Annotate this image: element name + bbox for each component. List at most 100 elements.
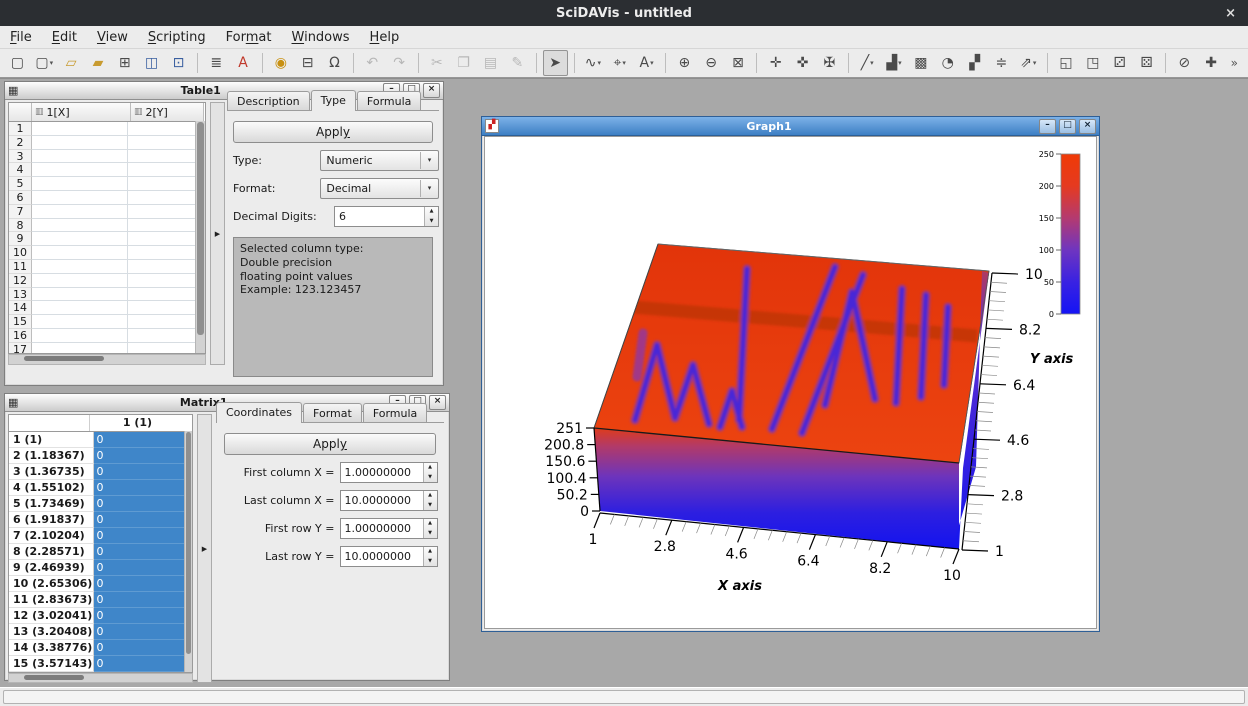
spin-down-icon[interactable]: ▼ — [424, 529, 437, 539]
matrix1-corner-cell[interactable] — [9, 415, 90, 431]
matrix1-row-header[interactable]: 10 (2.65306) — [9, 576, 94, 592]
menu-view[interactable]: View — [87, 28, 138, 47]
table1-cell[interactable] — [32, 343, 128, 354]
plot-vector-button[interactable]: ⇗▾ — [1016, 50, 1041, 76]
matrix1-row-header[interactable]: 8 (2.28571) — [9, 544, 94, 560]
plot-line-button[interactable]: ╱▾ — [855, 50, 880, 76]
spin-up-icon[interactable]: ▲ — [424, 547, 437, 557]
graph1-canvas[interactable]: 108.26.44.62.8112.84.66.48.210251200.815… — [484, 136, 1097, 629]
table1-cell[interactable] — [32, 219, 128, 233]
spin-down-icon[interactable]: ▼ — [424, 501, 437, 511]
table1-vertical-scrollbar[interactable] — [195, 121, 205, 353]
matrix1-cell[interactable]: 0 — [94, 512, 192, 528]
table1-cell[interactable] — [32, 136, 128, 150]
duplicate-window-button[interactable]: ⊘ — [1172, 50, 1197, 76]
table1-cell[interactable] — [32, 191, 128, 205]
table1-cell[interactable] — [32, 260, 128, 274]
select-curve-button[interactable]: ∿▾ — [580, 50, 605, 76]
plot3d-trajectory-button[interactable]: ⚄ — [1134, 50, 1159, 76]
matrix1-row-header[interactable]: 14 (3.38776) — [9, 640, 94, 656]
table1-row-header[interactable]: 6 — [9, 191, 32, 205]
matrix1-tab-formula[interactable]: Formula — [363, 403, 427, 423]
spin-down-icon[interactable]: ▼ — [425, 217, 438, 227]
table1-grid[interactable]: ▥1[X]▥2[Y] 1234567891011121314151617 — [8, 102, 206, 354]
table1-cell[interactable] — [32, 246, 128, 260]
table1-cell[interactable] — [32, 177, 128, 191]
print-button[interactable]: ≣ — [204, 50, 229, 76]
table1-tab-formula[interactable]: Formula — [357, 91, 421, 111]
matrix1-cell[interactable]: 0 — [94, 480, 192, 496]
last-row-y-spinbox[interactable]: 10.0000000▲▼ — [340, 546, 438, 567]
save-as-button[interactable]: ⊡ — [166, 50, 191, 76]
type-combobox[interactable]: Numeric ▾ — [320, 150, 439, 171]
matrix1-cell[interactable]: 0 — [94, 656, 192, 672]
menu-file[interactable]: File — [0, 28, 42, 47]
table1-cell[interactable] — [32, 205, 128, 219]
table1-cell[interactable] — [32, 232, 128, 246]
table1-panel-collapse-handle[interactable]: ▶ — [210, 102, 225, 365]
matrix1-cell[interactable]: 0 — [94, 432, 192, 448]
menu-format[interactable]: Format — [216, 28, 282, 47]
data-reader-button[interactable]: ✜ — [790, 50, 815, 76]
spin-down-icon[interactable]: ▼ — [424, 473, 437, 483]
table1-row-header[interactable]: 14 — [9, 301, 32, 315]
matrix1-tab-coordinates[interactable]: Coordinates — [216, 402, 302, 423]
table1-cell[interactable] — [128, 329, 198, 343]
table1-column-header[interactable]: ▥2[Y] — [131, 103, 204, 121]
plot-pie-button[interactable]: ◔ — [935, 50, 960, 76]
format-combobox[interactable]: Decimal ▾ — [320, 178, 439, 199]
zoom-in-button[interactable]: ⊕ — [672, 50, 697, 76]
table1-cell[interactable] — [128, 260, 198, 274]
first-row-y-spinbox[interactable]: 1.00000000▲▼ — [340, 518, 438, 539]
import-ascii-button[interactable]: ⊞ — [112, 50, 137, 76]
table1-cell[interactable] — [32, 315, 128, 329]
project-explorer-button[interactable]: ◉ — [268, 50, 293, 76]
table1-cell[interactable] — [128, 136, 198, 150]
spin-up-icon[interactable]: ▲ — [425, 207, 438, 217]
matrix1-apply-button[interactable]: Apply — [224, 433, 436, 455]
matrix1-row-header[interactable]: 11 (2.83673) — [9, 592, 94, 608]
table1-cell[interactable] — [32, 163, 128, 177]
matrix1-cell[interactable]: 0 — [94, 528, 192, 544]
spinner-buttons[interactable]: ▲▼ — [423, 519, 437, 538]
spin-up-icon[interactable]: ▲ — [424, 463, 437, 473]
table1-row-header[interactable]: 9 — [9, 232, 32, 246]
table1-cell[interactable] — [32, 150, 128, 164]
add-text-button[interactable]: A▾ — [634, 50, 659, 76]
spinner-buttons[interactable]: ▲▼ — [423, 547, 437, 566]
plot3d-ribbon-button[interactable]: ◱ — [1054, 50, 1079, 76]
move-points-button[interactable]: ⌖▾ — [607, 50, 632, 76]
table1-cell[interactable] — [32, 122, 128, 136]
table1-cell[interactable] — [32, 274, 128, 288]
matrix1-panel-collapse-handle[interactable]: ▶ — [197, 414, 212, 683]
graph1-close-button[interactable]: × — [1079, 119, 1096, 134]
matrix1-cell[interactable]: 0 — [94, 544, 192, 560]
matrix1-row-header[interactable]: 12 (3.02041) — [9, 608, 94, 624]
rescale-to-show-all-button[interactable]: ⊠ — [726, 50, 751, 76]
matrix1-row-header[interactable]: 15 (3.57143) — [9, 656, 94, 672]
matrix1-cell[interactable]: 0 — [94, 464, 192, 480]
matrix1-row-header[interactable]: 9 (2.46939) — [9, 560, 94, 576]
matrix1-grid[interactable]: 1 (1) 1 (1)02 (1.18367)03 (1.36735)04 (1… — [8, 414, 193, 673]
app-close-button[interactable]: × — [1225, 0, 1236, 26]
table1-row-header[interactable]: 2 — [9, 136, 32, 150]
table1-cell[interactable] — [32, 301, 128, 315]
select-data-range-button[interactable]: ✠ — [817, 50, 842, 76]
table1-cell[interactable] — [128, 191, 198, 205]
matrix1-cell[interactable]: 0 — [94, 496, 192, 512]
plot-3d-bars-button[interactable]: ▞ — [962, 50, 987, 76]
matrix1-row-header[interactable]: 6 (1.91837) — [9, 512, 94, 528]
table1-cell[interactable] — [32, 329, 128, 343]
scrollbar-thumb[interactable] — [24, 356, 104, 361]
graph1-minimize-button[interactable]: – — [1039, 119, 1056, 134]
plot3d-scatter-button[interactable]: ⚂ — [1107, 50, 1132, 76]
matrix1-cell[interactable]: 0 — [94, 608, 192, 624]
matrix1-column-header[interactable]: 1 (1) — [90, 415, 185, 431]
menu-windows[interactable]: Windows — [282, 28, 360, 47]
graph1-maximize-button[interactable]: □ — [1059, 119, 1076, 134]
new-window-button[interactable]: ▢▾ — [32, 50, 57, 76]
graph1-titlebar[interactable]: ▞ Graph1 – □ × — [482, 117, 1099, 136]
table1-cell[interactable] — [128, 163, 198, 177]
table1-cell[interactable] — [128, 122, 198, 136]
table1-cell[interactable] — [128, 274, 198, 288]
